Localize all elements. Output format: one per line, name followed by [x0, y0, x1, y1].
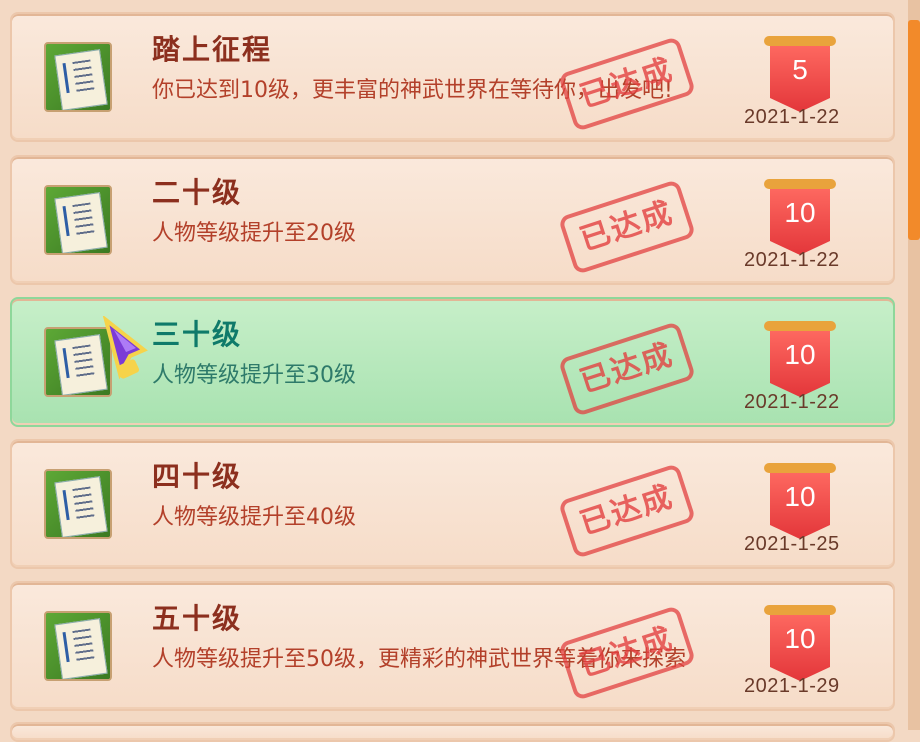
scroll-book-icon: [44, 469, 112, 539]
reward-points: 10: [784, 481, 816, 512]
scroll-book-icon: [44, 185, 112, 255]
completed-stamp: 已达成: [557, 36, 697, 132]
achievement-title: 三十级: [152, 318, 243, 351]
scroll-book-icon: [44, 611, 112, 681]
reward-points: 5: [792, 54, 808, 85]
achievement-row[interactable]: 五十级 人物等级提升至50级，更精彩的神武世界等着你来探索 已达成 10 202…: [10, 581, 895, 711]
completed-stamp: 已达成: [557, 321, 697, 417]
completed-stamp: 已达成: [557, 463, 697, 559]
completion-date: 2021-1-25: [744, 533, 840, 555]
completion-date: 2021-1-29: [744, 675, 840, 697]
reward-points: 10: [784, 339, 816, 370]
scrollbar[interactable]: [908, 0, 920, 730]
completion-date: 2021-1-22: [744, 391, 840, 413]
achievement-title: 四十级: [152, 460, 243, 493]
achievement-title: 二十级: [152, 176, 243, 209]
ribbon-badge-icon: 5: [764, 34, 836, 116]
achievement-row[interactable]: 四十级 人物等级提升至40级 已达成 10 2021-1-25: [10, 439, 895, 569]
achievement-description: 人物等级提升至40级: [152, 505, 356, 530]
crystal-pointer-icon: [102, 316, 148, 380]
reward-points: 10: [784, 623, 816, 654]
completed-stamp: 已达成: [557, 605, 697, 701]
achievement-description: 人物等级提升至30级: [152, 363, 356, 388]
achievement-title: 踏上征程: [152, 33, 273, 66]
ribbon-badge-icon: 10: [764, 461, 836, 543]
scroll-book-icon: [44, 42, 112, 112]
completion-date: 2021-1-22: [744, 106, 840, 128]
ribbon-badge-icon: 10: [764, 177, 836, 259]
completion-date: 2021-1-22: [744, 249, 840, 271]
reward-points: 10: [784, 197, 816, 228]
achievement-description: 人物等级提升至20级: [152, 221, 356, 246]
ribbon-badge-icon: 10: [764, 603, 836, 685]
achievement-title: 五十级: [152, 602, 243, 635]
completed-stamp: 已达成: [557, 179, 697, 275]
achievement-row-partial[interactable]: [10, 722, 895, 742]
achievement-row[interactable]: 二十级 人物等级提升至20级 已达成 10 2021-1-22: [10, 155, 895, 285]
scrollbar-thumb[interactable]: [908, 20, 920, 240]
ribbon-badge-icon: 10: [764, 319, 836, 401]
achievement-row[interactable]: 踏上征程 你已达到10级，更丰富的神武世界在等待你，出发吧! 已达成 5 202…: [10, 12, 895, 142]
